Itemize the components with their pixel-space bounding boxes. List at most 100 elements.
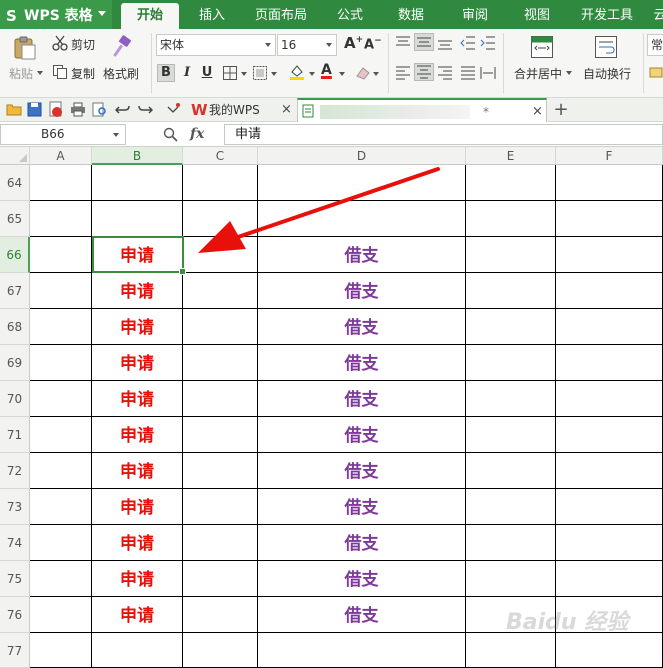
- cell-f68[interactable]: [556, 309, 663, 345]
- customize-icon[interactable]: [166, 103, 180, 115]
- bold-button[interactable]: B: [157, 64, 175, 82]
- new-tab-plus-icon[interactable]: +: [552, 98, 570, 122]
- wrap-text-button[interactable]: 自动换行: [583, 65, 631, 82]
- name-box[interactable]: B66: [0, 124, 126, 145]
- align-bottom-icon[interactable]: [437, 36, 453, 50]
- row-header-67[interactable]: 67: [0, 273, 30, 309]
- row-header-64[interactable]: 64: [0, 165, 30, 201]
- font-color-icon[interactable]: A: [321, 62, 332, 78]
- chevron-down-icon[interactable]: [339, 72, 345, 76]
- cell-e77[interactable]: [466, 633, 556, 668]
- cell-f64[interactable]: [556, 165, 663, 201]
- insert-function-button[interactable]: fx: [190, 126, 204, 142]
- cell-e64[interactable]: [466, 165, 556, 201]
- italic-button[interactable]: I: [178, 64, 196, 82]
- copy-button[interactable]: 复制: [71, 65, 95, 82]
- cell-d76[interactable]: 借支: [258, 597, 466, 633]
- align-right-icon[interactable]: [437, 66, 453, 80]
- cell-b70[interactable]: 申请: [92, 381, 183, 417]
- cell-e72[interactable]: [466, 453, 556, 489]
- cell-b74[interactable]: 申请: [92, 525, 183, 561]
- cell-b71[interactable]: 申请: [92, 417, 183, 453]
- cell-e65[interactable]: [466, 201, 556, 237]
- cell-e74[interactable]: [466, 525, 556, 561]
- cell-a66[interactable]: [30, 237, 92, 273]
- tab-review[interactable]: 审阅: [455, 0, 495, 29]
- cell-e69[interactable]: [466, 345, 556, 381]
- tab-cloud[interactable]: 云: [650, 0, 663, 29]
- cell-d77[interactable]: [258, 633, 466, 668]
- cell-f69[interactable]: [556, 345, 663, 381]
- row-header-76[interactable]: 76: [0, 597, 30, 633]
- tab-home[interactable]: 开始: [121, 3, 179, 29]
- cell-c70[interactable]: [183, 381, 258, 417]
- row-header-74[interactable]: 74: [0, 525, 30, 561]
- currency-icon[interactable]: [649, 65, 663, 79]
- cell-b64[interactable]: [92, 165, 183, 201]
- cell-a68[interactable]: [30, 309, 92, 345]
- cell-b69[interactable]: 申请: [92, 345, 183, 381]
- row-header-77[interactable]: 77: [0, 633, 30, 668]
- cell-c68[interactable]: [183, 309, 258, 345]
- cell-a73[interactable]: [30, 489, 92, 525]
- align-left-icon[interactable]: [395, 66, 411, 80]
- underline-button[interactable]: U: [198, 64, 216, 82]
- cell-e70[interactable]: [466, 381, 556, 417]
- export-pdf-icon[interactable]: [48, 101, 64, 118]
- paste-icon[interactable]: [12, 35, 38, 61]
- cell-d68[interactable]: 借支: [258, 309, 466, 345]
- cell-a64[interactable]: [30, 165, 92, 201]
- cell-a74[interactable]: [30, 525, 92, 561]
- cell-e71[interactable]: [466, 417, 556, 453]
- tab-page-layout[interactable]: 页面布局: [250, 0, 312, 29]
- print-preview-icon[interactable]: [92, 102, 107, 117]
- formula-input[interactable]: 申请: [224, 124, 663, 145]
- chevron-down-icon[interactable]: [37, 71, 43, 75]
- cell-b68[interactable]: 申请: [92, 309, 183, 345]
- cell-f66[interactable]: [556, 237, 663, 273]
- cell-f75[interactable]: [556, 561, 663, 597]
- select-all-corner[interactable]: [0, 147, 30, 165]
- chevron-down-icon[interactable]: [309, 72, 315, 76]
- selected-cell-outline[interactable]: [92, 236, 186, 275]
- cell-b77[interactable]: [92, 633, 183, 668]
- cell-a69[interactable]: [30, 345, 92, 381]
- column-header-d[interactable]: D: [258, 147, 466, 165]
- cell-d74[interactable]: 借支: [258, 525, 466, 561]
- print-icon[interactable]: [70, 102, 86, 117]
- cell-b76[interactable]: 申请: [92, 597, 183, 633]
- cell-e66[interactable]: [466, 237, 556, 273]
- cell-e75[interactable]: [466, 561, 556, 597]
- cell-d73[interactable]: 借支: [258, 489, 466, 525]
- cell-b65[interactable]: [92, 201, 183, 237]
- cell-style-icon[interactable]: [252, 65, 268, 81]
- cell-a72[interactable]: [30, 453, 92, 489]
- paste-button[interactable]: 粘贴: [9, 65, 33, 82]
- font-name-select[interactable]: 宋体: [156, 34, 276, 56]
- increase-font-icon[interactable]: A+: [344, 34, 363, 52]
- cell-c67[interactable]: [183, 273, 258, 309]
- tab-insert[interactable]: 插入: [192, 0, 232, 29]
- merge-center-button[interactable]: 合并居中: [514, 65, 562, 82]
- cell-d69[interactable]: 借支: [258, 345, 466, 381]
- cell-c76[interactable]: [183, 597, 258, 633]
- redo-icon[interactable]: [138, 102, 153, 117]
- row-header-65[interactable]: 65: [0, 201, 30, 237]
- align-top-icon[interactable]: [395, 36, 411, 50]
- column-header-a[interactable]: A: [30, 147, 92, 165]
- row-header-75[interactable]: 75: [0, 561, 30, 597]
- tab-view[interactable]: 视图: [517, 0, 557, 29]
- cell-b75[interactable]: 申请: [92, 561, 183, 597]
- cell-c71[interactable]: [183, 417, 258, 453]
- zoom-function-icon[interactable]: [163, 127, 178, 142]
- tab-formula[interactable]: 公式: [330, 0, 370, 29]
- row-header-66[interactable]: 66: [0, 237, 30, 273]
- cell-b73[interactable]: 申请: [92, 489, 183, 525]
- decrease-font-icon[interactable]: A−: [364, 36, 382, 52]
- cell-d70[interactable]: 借支: [258, 381, 466, 417]
- align-middle-button[interactable]: [414, 33, 434, 51]
- clear-format-icon[interactable]: [354, 64, 372, 82]
- cell-a76[interactable]: [30, 597, 92, 633]
- save-icon[interactable]: [27, 102, 42, 117]
- cell-f67[interactable]: [556, 273, 663, 309]
